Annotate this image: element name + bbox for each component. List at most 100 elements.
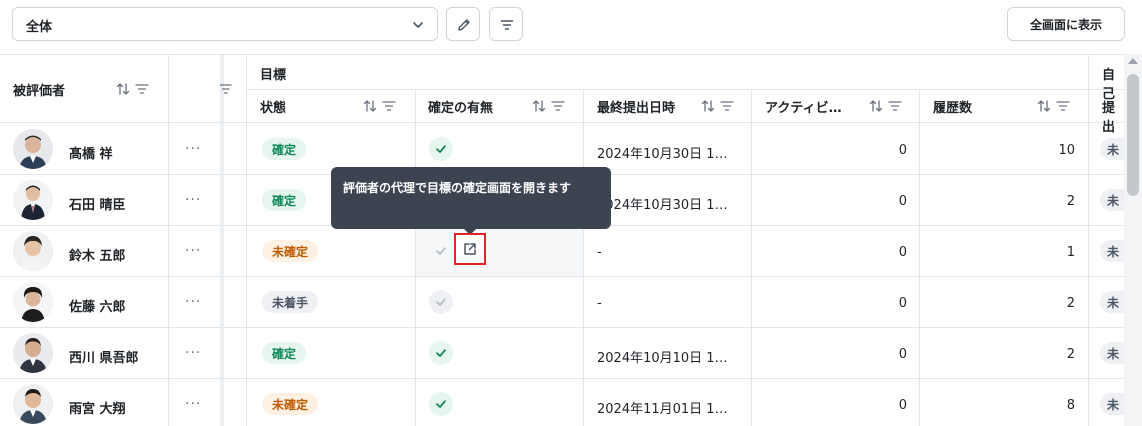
header-last-submitted: 最終提出日時 xyxy=(597,101,676,116)
sort-filter-icon[interactable] xyxy=(116,82,150,96)
full-screen-button[interactable]: 全画面に表示 xyxy=(1007,7,1125,41)
avatar xyxy=(13,231,53,271)
history-count: 2 xyxy=(1066,194,1075,209)
tooltip: 評価者の代理で目標の確定画面を開きます xyxy=(331,167,611,229)
evaluatee-name[interactable]: 鈴木 五郎 xyxy=(69,245,126,264)
grid-line xyxy=(583,89,584,426)
evaluatee-name[interactable]: 髙橋 祥 xyxy=(69,143,113,162)
header-goal-group: 目標 xyxy=(260,68,287,83)
last-submitted: 2024年10月30日 1… xyxy=(597,147,728,162)
avatar xyxy=(13,333,53,373)
status-badge: 未着手 xyxy=(262,291,319,313)
activity-count: 0 xyxy=(898,296,907,311)
edit-button[interactable] xyxy=(446,7,480,41)
pencil-icon xyxy=(458,19,470,31)
row-menu-button[interactable]: ··· xyxy=(185,396,201,412)
row-menu-button[interactable]: ··· xyxy=(185,345,201,361)
evaluatee-name[interactable]: 雨宮 大翔 xyxy=(69,398,126,417)
confirmed-check xyxy=(429,239,453,263)
last-submitted: 2024年11月01日 1… xyxy=(597,402,728,417)
row-menu-button[interactable]: ··· xyxy=(185,243,201,259)
history-count: 10 xyxy=(1058,143,1075,158)
check-icon xyxy=(436,400,446,408)
header-history-count: 履歴数 xyxy=(933,101,973,116)
filter-icon xyxy=(500,20,514,30)
scrollbar-thumb[interactable] xyxy=(1127,74,1139,196)
self-submit-badge: 未 xyxy=(1100,189,1124,211)
history-count: 2 xyxy=(1066,296,1075,311)
scroll-up-arrow-icon[interactable] xyxy=(1128,58,1138,64)
check-icon xyxy=(436,145,446,153)
grid-line xyxy=(919,89,920,426)
evaluation-screen: 全体 全画面に表示 被評価者 目標 自己 状態 確定の有無 最終提出日時 アクテ… xyxy=(0,0,1142,426)
grid-line xyxy=(0,276,1124,277)
last-submitted: - xyxy=(597,245,602,260)
column-divider[interactable] xyxy=(220,55,224,426)
grid-line xyxy=(246,89,1124,90)
grid-line xyxy=(168,55,169,426)
grid-line xyxy=(0,122,1124,123)
evaluatee-name[interactable]: 佐藤 六郎 xyxy=(69,296,126,315)
avatar xyxy=(13,180,53,220)
evaluatee-name[interactable]: 石田 晴臣 xyxy=(69,194,126,213)
scope-select-value: 全体 xyxy=(26,20,53,35)
evaluation-table: 被評価者 目標 自己 状態 確定の有無 最終提出日時 アクティビ… 履歴数 提出… xyxy=(0,54,1124,426)
grid-line xyxy=(0,378,1124,379)
header-status: 状態 xyxy=(260,101,287,116)
activity-count: 0 xyxy=(898,194,907,209)
avatar xyxy=(13,129,53,169)
sort-filter-icon[interactable] xyxy=(532,99,566,113)
grid-line xyxy=(751,89,752,426)
check-icon xyxy=(436,247,446,255)
header-confirmed: 確定の有無 xyxy=(428,101,494,116)
grid-line xyxy=(1088,55,1089,426)
confirmed-check xyxy=(429,137,453,161)
self-submit-badge: 未 xyxy=(1100,342,1124,364)
grid-line xyxy=(0,327,1124,328)
avatar xyxy=(13,384,53,424)
self-submit-badge: 未 xyxy=(1100,138,1124,160)
sort-filter-icon[interactable] xyxy=(869,99,903,113)
history-count: 2 xyxy=(1066,347,1075,362)
check-icon xyxy=(436,349,446,357)
filter-button[interactable] xyxy=(489,7,523,41)
avatar xyxy=(13,282,53,322)
activity-count: 0 xyxy=(898,245,907,260)
self-submit-badge: 未 xyxy=(1100,240,1124,262)
activity-count: 0 xyxy=(898,398,907,413)
history-count: 8 xyxy=(1066,398,1075,413)
scope-select[interactable]: 全体 xyxy=(12,7,438,41)
status-badge: 確定 xyxy=(262,342,307,364)
status-badge: 確定 xyxy=(262,138,307,160)
sort-filter-icon[interactable] xyxy=(701,99,735,113)
open-confirm-screen-button[interactable] xyxy=(454,233,486,265)
confirmed-check xyxy=(429,341,453,365)
chevron-down-icon xyxy=(413,22,423,28)
activity-count: 0 xyxy=(898,347,907,362)
toolbar: 全体 全画面に表示 xyxy=(0,0,1142,54)
row-menu-button[interactable]: ··· xyxy=(185,294,201,310)
row-menu-button[interactable]: ··· xyxy=(185,192,201,208)
header-evaluatee: 被評価者 xyxy=(13,84,66,99)
status-badge: 未確定 xyxy=(262,393,319,415)
self-submit-badge: 未 xyxy=(1100,291,1124,313)
grid-line xyxy=(246,55,247,426)
evaluatee-name[interactable]: 西川 県吾郎 xyxy=(69,347,139,366)
confirmed-check xyxy=(429,392,453,416)
last-submitted: - xyxy=(597,296,602,311)
last-submitted: 2024年10月30日 1… xyxy=(597,198,728,213)
self-submit-badge: 未 xyxy=(1100,393,1124,415)
header-self-submit: 提出 xyxy=(1102,101,1116,135)
history-count: 1 xyxy=(1066,245,1075,260)
vertical-scrollbar[interactable] xyxy=(1124,54,1142,426)
check-icon xyxy=(436,298,446,306)
status-badge: 未確定 xyxy=(262,240,319,262)
header-activity: アクティビ… xyxy=(765,101,842,116)
activity-count: 0 xyxy=(898,143,907,158)
filter-icon[interactable] xyxy=(220,82,232,96)
sort-filter-icon[interactable] xyxy=(1037,99,1071,113)
row-menu-button[interactable]: ··· xyxy=(185,141,201,157)
external-link-icon xyxy=(464,243,476,255)
status-badge: 確定 xyxy=(262,189,307,211)
sort-filter-icon[interactable] xyxy=(363,99,397,113)
